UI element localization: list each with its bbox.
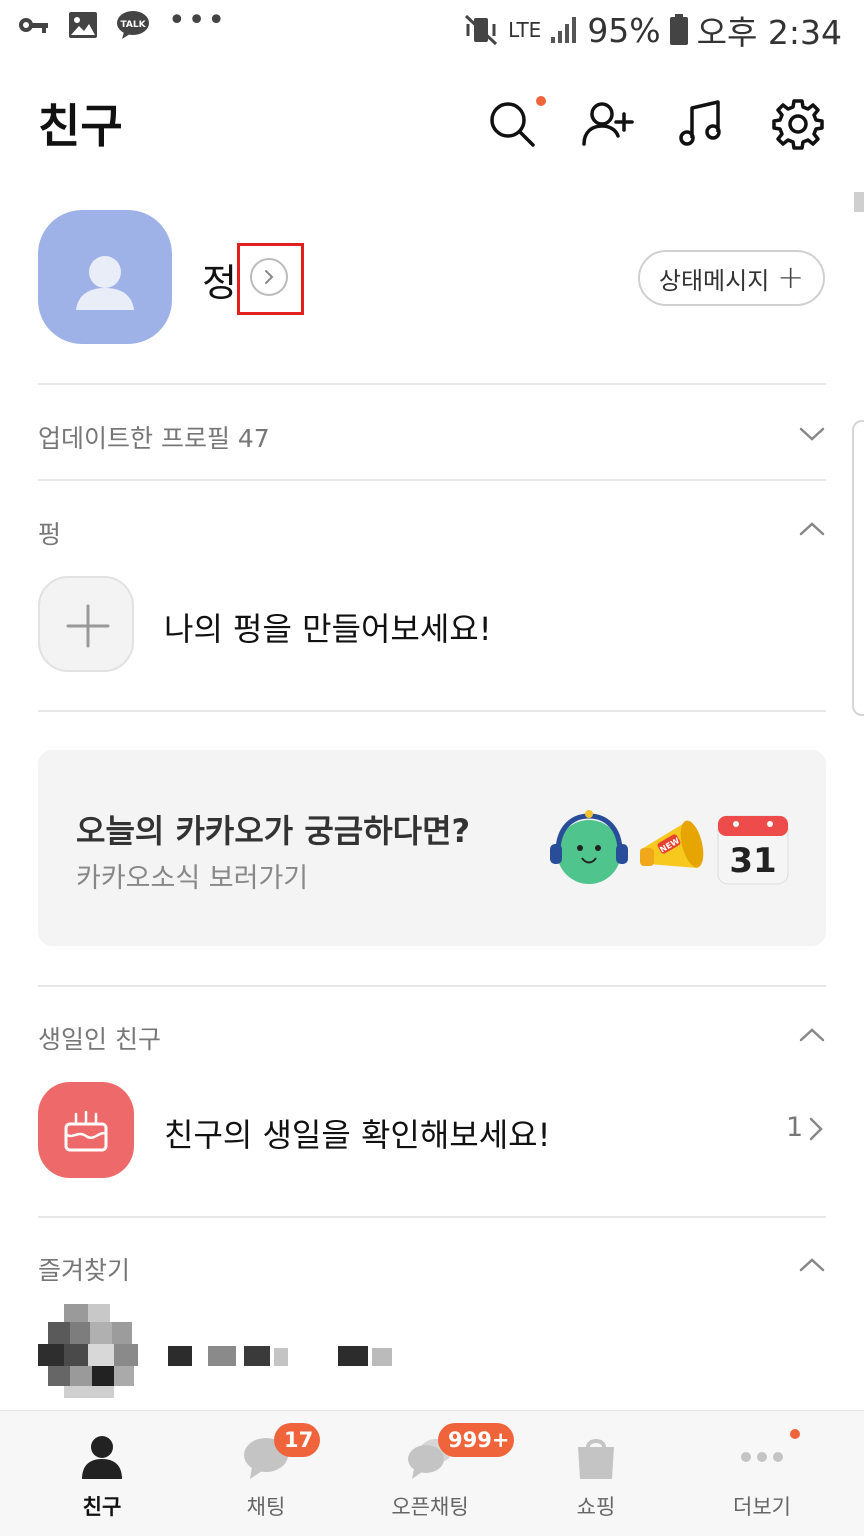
- kakao-news-banner[interactable]: 오늘의 카카오가 궁금하다면? 카카오소식 보러가기 NEW 31: [38, 750, 826, 946]
- notification-icons: TALK •••: [18, 6, 227, 40]
- collapse-birthday-button[interactable]: [798, 1026, 826, 1044]
- divider: [38, 479, 826, 481]
- tab-more[interactable]: 더보기: [676, 1411, 848, 1536]
- image-icon: [69, 12, 97, 38]
- mascot-headset-icon: [550, 810, 628, 884]
- more-notifications: •••: [168, 3, 228, 38]
- birthday-button[interactable]: [38, 1082, 134, 1178]
- profile-name: 정: [202, 261, 237, 305]
- tab-open-chats[interactable]: 999+ 오픈채팅: [344, 1411, 516, 1536]
- open-chat-unread-badge: 999+: [438, 1423, 514, 1457]
- birthday-count: 1: [786, 1112, 804, 1143]
- chat-unread-badge: 17: [274, 1423, 320, 1457]
- plus-icon: +: [777, 257, 805, 296]
- tab-chats[interactable]: 17 채팅: [180, 1411, 352, 1536]
- battery-percent: 95%: [587, 10, 661, 50]
- vibrate-mute-icon: [465, 14, 498, 46]
- chevron-up-icon: [799, 522, 825, 536]
- battery-icon: [669, 14, 688, 45]
- tab-label: 더보기: [733, 1495, 791, 1519]
- chevron-up-icon: [799, 1028, 825, 1042]
- pyeong-section-label: 펑: [38, 520, 62, 549]
- expand-updated-profiles-button[interactable]: [798, 425, 826, 443]
- favorites-section-label: 즐겨찾기: [38, 1256, 131, 1285]
- bottom-tab-bar: 친구 17 채팅 999+ 오픈채팅 쇼핑 더보기: [0, 1410, 864, 1536]
- person-icon: [82, 1436, 122, 1479]
- default-avatar-icon: [76, 256, 134, 310]
- megaphone-icon: NEW: [640, 820, 704, 868]
- divider: [38, 383, 826, 385]
- status-message-button[interactable]: 상태메시지 +: [638, 250, 825, 306]
- settings-icon: [772, 99, 824, 150]
- chevron-up-icon: [799, 1258, 825, 1272]
- signal-icon: [551, 17, 577, 43]
- calendar-icon: 31: [717, 815, 789, 885]
- highlight-annotation: [237, 243, 304, 315]
- favorite-friend-name-blurred[interactable]: [168, 1344, 408, 1368]
- music-button[interactable]: [676, 98, 728, 150]
- favorite-friend-avatar[interactable]: [38, 1304, 138, 1398]
- tab-label: 오픈채팅: [391, 1495, 469, 1519]
- clock: 오후 2:34: [696, 13, 842, 52]
- divider: [38, 710, 826, 712]
- banner-title: 오늘의 카카오가 궁금하다면?: [76, 812, 471, 850]
- create-pyeong-text[interactable]: 나의 펑을 만들어보세요!: [164, 604, 492, 650]
- tab-shopping[interactable]: 쇼핑: [510, 1411, 682, 1536]
- shopping-bag-icon: [578, 1439, 614, 1479]
- banner-subtitle: 카카오소식 보러가기: [76, 863, 309, 894]
- tab-label: 쇼핑: [576, 1495, 616, 1519]
- add-friend-button[interactable]: [582, 98, 634, 150]
- more-new-dot: [790, 1429, 800, 1439]
- avatar[interactable]: [38, 210, 172, 344]
- collapse-pyeong-button[interactable]: [798, 520, 826, 538]
- add-friend-icon: [582, 102, 634, 146]
- create-pyeong-button[interactable]: [38, 576, 134, 672]
- key-icon: [19, 18, 48, 33]
- network-type: LTE: [508, 18, 542, 42]
- settings-button[interactable]: [772, 98, 824, 150]
- divider: [38, 1216, 826, 1218]
- cake-icon: [64, 1110, 108, 1152]
- page-title: 친구: [38, 99, 123, 153]
- chevron-right-icon[interactable]: [808, 1116, 824, 1142]
- divider: [38, 985, 826, 987]
- tab-label: 친구: [82, 1495, 122, 1519]
- more-dots-icon: [741, 1452, 783, 1462]
- status-message-label: 상태메시지: [658, 266, 770, 295]
- birthday-section-label: 생일인 친구: [38, 1025, 161, 1054]
- collapse-favorites-button[interactable]: [798, 1256, 826, 1274]
- talk-icon: TALK: [117, 11, 149, 39]
- search-new-dot: [536, 96, 546, 106]
- system-status: LTE 95% 오후 2:34: [464, 6, 842, 54]
- my-profile[interactable]: 정 상태메시지 +: [0, 206, 864, 356]
- svg-text:TALK: TALK: [120, 20, 146, 30]
- plus-icon: [66, 604, 110, 648]
- search-button[interactable]: [486, 96, 546, 150]
- birthday-text[interactable]: 친구의 생일을 확인해보세요!: [164, 1110, 550, 1156]
- updated-profiles-label[interactable]: 업데이트한 프로필 47: [38, 419, 270, 455]
- status-bar: TALK ••• LTE 95% 오후 2:34: [0, 0, 864, 56]
- chevron-down-icon: [799, 427, 825, 441]
- music-icon: [679, 100, 721, 146]
- calendar-day: 31: [729, 841, 776, 881]
- search-icon: [490, 102, 535, 147]
- tab-label: 채팅: [246, 1495, 286, 1519]
- edge-panel-handle[interactable]: [852, 420, 864, 716]
- tab-friends[interactable]: 친구: [16, 1411, 188, 1536]
- header: 친구: [0, 80, 864, 170]
